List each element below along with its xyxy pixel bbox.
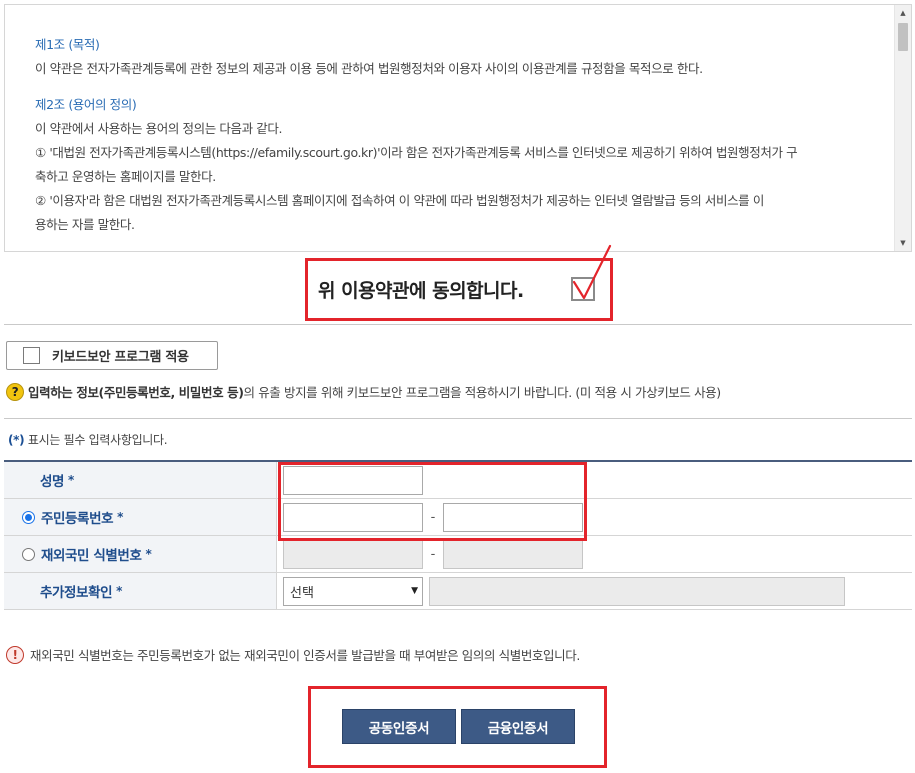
extra-label-cell: 추가정보확인 * [4, 573, 277, 609]
required-star: (*) [8, 433, 25, 447]
article2-item2-line2: 용하는 자를 말한다. [35, 217, 135, 232]
required-star-icon: * [145, 547, 152, 561]
terms-scrollbar[interactable]: ▲ ▼ [894, 5, 911, 251]
warning-text: 재외국민 식별번호는 주민등록번호가 없는 재외국민이 인증서를 발급받을 때 … [30, 648, 580, 663]
required-note: (*) 표시는 필수 입력사항입니다. [8, 431, 168, 448]
keyboard-notice: ? 입력하는 정보(주민등록번호, 비밀번호 등) 의 유출 방지를 위해 키보… [6, 382, 721, 401]
foreign-id-radio[interactable] [22, 547, 35, 561]
form-row-extra: 추가정보확인 * 선택 ▼ [4, 573, 912, 610]
divider-top [4, 324, 912, 325]
extra-label: 추가정보확인 [40, 585, 113, 601]
extra-input-cell: 선택 ▼ [277, 573, 912, 609]
check-mark-icon [572, 244, 612, 300]
terms-box[interactable]: 제1조 (목적) 이 약관은 전자가족관계등록에 관한 정보의 제공과 이용 등… [4, 4, 912, 252]
foreign-id-warning: ! 재외국민 식별번호는 주민등록번호가 없는 재외국민이 인증서를 발급받을 … [6, 645, 580, 664]
article2-item1-line1: ① '대법원 전자가족관계등록시스템(https://efamily.scour… [35, 145, 798, 160]
financial-cert-button[interactable]: 금융인증서 [461, 709, 575, 744]
form-highlight-box [278, 462, 587, 541]
foreign-id-back-input[interactable] [443, 539, 583, 569]
article2-title: 제2조 (용어의 정의) [35, 97, 137, 112]
keyboard-security-checkbox[interactable] [23, 347, 40, 364]
article1-text: 이 약관은 전자가족관계등록에 관한 정보의 제공과 이용 등에 관하여 법원행… [35, 61, 703, 76]
required-note-text: 표시는 필수 입력사항입니다. [24, 433, 168, 447]
article2-item2-line1: ② '이용자'라 함은 대법원 전자가족관계등록시스템 홈페이지에 접속하여 이… [35, 193, 764, 208]
foreign-label-cell[interactable]: 재외국민 식별번호 * [4, 536, 277, 572]
foreign-input-cell: - [277, 536, 912, 572]
public-cert-button[interactable]: 공동인증서 [342, 709, 456, 744]
foreign-dash: - [430, 546, 436, 562]
notice-strong-text: 입력하는 정보(주민등록번호, 비밀번호 등) [28, 385, 244, 400]
form-row-foreign-id: 재외국민 식별번호 * - [4, 536, 912, 573]
name-label: 성명 [40, 474, 65, 490]
article2-intro: 이 약관에서 사용하는 용어의 정의는 다음과 같다. [35, 121, 283, 136]
extra-info-select[interactable]: 선택 ▼ [283, 576, 423, 606]
required-star-icon: * [68, 473, 74, 487]
keyboard-security-button[interactable]: 키보드보안 프로그램 적용 [6, 341, 218, 370]
terms-content: 제1조 (목적) 이 약관은 전자가족관계등록에 관한 정보의 제공과 이용 등… [35, 33, 885, 237]
rrn-radio[interactable] [22, 510, 35, 524]
scroll-down-arrow-icon[interactable]: ▼ [895, 235, 911, 251]
notice-text: 의 유출 방지를 위해 키보드보안 프로그램을 적용하시기 바랍니다. (미 적… [243, 385, 722, 400]
required-star-icon: * [117, 510, 124, 524]
rrn-label: 주민등록번호 [41, 511, 114, 527]
foreign-id-label: 재외국민 식별번호 [41, 548, 142, 564]
extra-info-input[interactable] [429, 576, 845, 606]
divider-mid [4, 418, 912, 419]
article2-item1-line2: 축하고 운영하는 홈페이지를 말한다. [35, 169, 216, 184]
dropdown-arrow-icon: ▼ [411, 586, 418, 596]
agree-label: 위 이용약관에 동의합니다. [318, 280, 524, 302]
name-label-cell: 성명 * [4, 462, 277, 498]
question-icon: ? [6, 382, 24, 401]
article1-title: 제1조 (목적) [35, 37, 100, 52]
scroll-thumb[interactable] [898, 23, 908, 51]
exclamation-icon: ! [6, 645, 24, 664]
extra-select-value: 선택 [290, 585, 314, 601]
foreign-id-front-input[interactable] [283, 539, 423, 569]
required-star-icon: * [116, 584, 123, 598]
scroll-up-arrow-icon[interactable]: ▲ [895, 5, 911, 21]
rrn-label-cell[interactable]: 주민등록번호 * [4, 499, 277, 535]
keyboard-security-label: 키보드보안 프로그램 적용 [52, 350, 189, 365]
